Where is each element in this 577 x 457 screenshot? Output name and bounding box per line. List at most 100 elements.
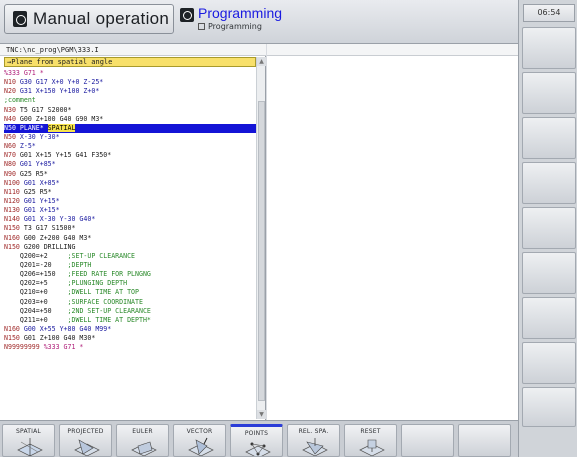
program-line[interactable]: N150 T3 G17 S1500* [4, 224, 256, 233]
program-line-segment: G01 Y+15* [23, 196, 60, 205]
program-line[interactable]: N10 G30 G17 X+0 Y+0 Z-25* [4, 78, 256, 87]
program-line-segment: G00 Z+100 G40 G90 M3* [19, 114, 104, 123]
file-icon [198, 23, 205, 30]
program-line[interactable]: %333 G71 * [4, 69, 256, 78]
programming-mode[interactable]: Programming Programming [180, 6, 282, 38]
program-line[interactable]: N100 G01 X+85* [4, 179, 256, 188]
softkey-empty-8[interactable] [458, 424, 511, 457]
editor-scrollbar[interactable]: ▲ ▼ [256, 57, 266, 419]
program-line-segment: SPATIAL [47, 123, 76, 132]
program-line-segment: G00 Z+200 G40 M3* [23, 233, 92, 242]
program-line[interactable]: N150 G200 DRILLING [4, 243, 256, 252]
program-line-segment: ;SURFACE COORDINATE [67, 297, 143, 306]
program-line-segment: G01 Z+100 G40 M30* [23, 334, 96, 343]
softkey-euler[interactable]: EULER [116, 424, 169, 457]
program-line[interactable]: N110 G25 R5* [4, 188, 256, 197]
machine-mode-button[interactable]: Manual operation [4, 4, 174, 34]
program-line[interactable]: N70 G01 X+15 Y+15 G41 F350* [4, 151, 256, 160]
program-line[interactable]: Q201=-20 ;DEPTH [4, 261, 256, 270]
program-line-segment: ;DWELL TIME AT TOP [67, 288, 139, 297]
program-editor[interactable]: TNC:\nc_prog\PGM\333.I →Plane from spati… [0, 44, 266, 420]
program-line-segment: G31 X+150 Y+100 Z+0* [19, 87, 100, 96]
softkey-points[interactable]: POINTS [230, 424, 283, 457]
program-line[interactable]: N120 G01 Y+15* [4, 197, 256, 206]
program-line-segment: G30 G17 X+0 Y+0 Z-25* [19, 78, 104, 87]
program-line[interactable]: ;comment [4, 96, 256, 105]
program-line[interactable]: N80 G01 Y+85* [4, 160, 256, 169]
vertical-softkey-column: 06:54 [518, 0, 577, 457]
program-line[interactable]: N90 G25 R5* [4, 170, 256, 179]
softkey-projected[interactable]: PROJECTED [59, 424, 112, 457]
program-line[interactable]: N40 G00 Z+100 G40 G90 M3* [4, 115, 256, 124]
program-line-segment: N99999999 [4, 343, 44, 352]
program-line[interactable]: N60 Z-5* [4, 142, 256, 151]
program-line-segment: Q203=+0 [4, 297, 68, 306]
programming-mode-icon [180, 8, 194, 22]
program-line[interactable]: Q200=+2 ;SET-UP CLEARANCE [4, 252, 256, 261]
vertical-softkey-3[interactable] [522, 117, 576, 159]
vertical-softkey-8[interactable] [522, 342, 576, 384]
program-line-segment: N50 [4, 132, 20, 141]
program-line-segment: Q206=+150 [4, 270, 68, 279]
program-line[interactable]: N30 T5 G17 S2000* [4, 106, 256, 115]
program-line-segment: ;comment [4, 96, 36, 105]
program-line[interactable]: Q204=+50 ;2ND SET-UP CLEARANCE [4, 307, 256, 316]
program-line-segment: N110 [4, 187, 24, 196]
softkey-label: POINTS [244, 430, 269, 437]
program-line-segment: G25 R5* [19, 169, 48, 178]
program-line-segment: G01 X+85* [23, 178, 60, 187]
euler-angle-icon [131, 441, 157, 456]
program-line[interactable]: Q206=+150 ;FEED RATE FOR PLNGNG [4, 270, 256, 279]
program-line-segment: N120 [4, 196, 24, 205]
vertical-softkey-9[interactable] [522, 387, 576, 427]
program-line-segment: N100 [4, 178, 24, 187]
projected-angle-icon [74, 439, 100, 456]
softkey-reset[interactable]: RESET [344, 424, 397, 457]
scroll-down-icon[interactable]: ▼ [257, 410, 266, 419]
softkey-label: SPATIAL [16, 428, 41, 435]
program-line[interactable]: Q203=+0 ;SURFACE COORDINATE [4, 298, 256, 307]
program-line-selected[interactable]: N50 PLANE* SPATIAL [4, 123, 256, 133]
program-line-segment: Q210=+0 [4, 288, 68, 297]
program-line[interactable]: N160 G00 X+55 Y+80 G40 M99* [4, 325, 256, 334]
program-line[interactable]: N140 G01 X-30 Y-30 G40* [4, 215, 256, 224]
program-line[interactable]: N50 X-30 Y-30* [4, 133, 256, 142]
program-lines[interactable]: %333 G71 * N10 G30 G17 X+0 Y+0 Z-25* N20 G… [4, 69, 256, 352]
program-line[interactable]: N130 G01 X+15* [4, 206, 256, 215]
reset-icon [359, 439, 385, 456]
program-line-segment: N10 [4, 78, 20, 87]
program-line-segment: T3 G17 S1500* [23, 224, 76, 233]
vertical-softkey-1[interactable] [522, 27, 576, 69]
machine-mode-icon [13, 11, 27, 27]
program-line[interactable]: N150 G01 Z+100 G40 M30* [4, 334, 256, 343]
vertical-softkey-5[interactable] [522, 207, 576, 249]
program-line[interactable]: N160 G00 Z+200 G40 M3* [4, 234, 256, 243]
vertical-softkey-6[interactable] [522, 252, 576, 294]
program-line-segment: ;DWELL TIME AT DEPTH* [67, 315, 151, 324]
softkey-empty-7[interactable] [401, 424, 454, 457]
program-line-segment: ;FEED RATE FOR PLNGNG [67, 270, 151, 279]
program-line-segment: G01 X+15* [23, 206, 60, 215]
machine-mode-label: Manual operation [33, 9, 170, 28]
program-line-segment: G00 X+55 Y+80 G40 M99* [23, 324, 112, 333]
softkey-rel-spa[interactable]: REL. SPA. [287, 424, 340, 457]
softkey-vector[interactable]: VECTOR [173, 424, 226, 457]
vertical-softkey-7[interactable] [522, 297, 576, 339]
vertical-softkey-4[interactable] [522, 162, 576, 204]
program-line[interactable]: Q211=+0 ;DWELL TIME AT DEPTH* [4, 316, 256, 325]
scroll-thumb[interactable] [258, 101, 265, 401]
vertical-softkey-2[interactable] [522, 72, 576, 114]
program-line[interactable]: N99999999 %333 G71 * [4, 343, 256, 352]
program-line[interactable]: Q210=+0 ;DWELL TIME AT TOP [4, 288, 256, 297]
program-line-segment: Q204=+50 [4, 306, 68, 315]
program-line-segment: N30 [4, 105, 20, 114]
softkey-spatial[interactable]: SPATIAL [2, 424, 55, 457]
program-line-segment: Q211=+0 [4, 315, 68, 324]
scroll-up-icon[interactable]: ▲ [257, 57, 266, 66]
softkey-bar: SPATIAL PROJECTED EULER VECTOR POINTS REL. SP… [0, 420, 518, 457]
program-line[interactable]: Q202=+5 ;PLUNGING DEPTH [4, 279, 256, 288]
softkey-label: VECTOR [186, 428, 213, 435]
softkey-label: PROJECTED [67, 428, 104, 435]
program-line-segment: Q202=+5 [4, 279, 68, 288]
program-line[interactable]: N20 G31 X+150 Y+100 Z+0* [4, 87, 256, 96]
